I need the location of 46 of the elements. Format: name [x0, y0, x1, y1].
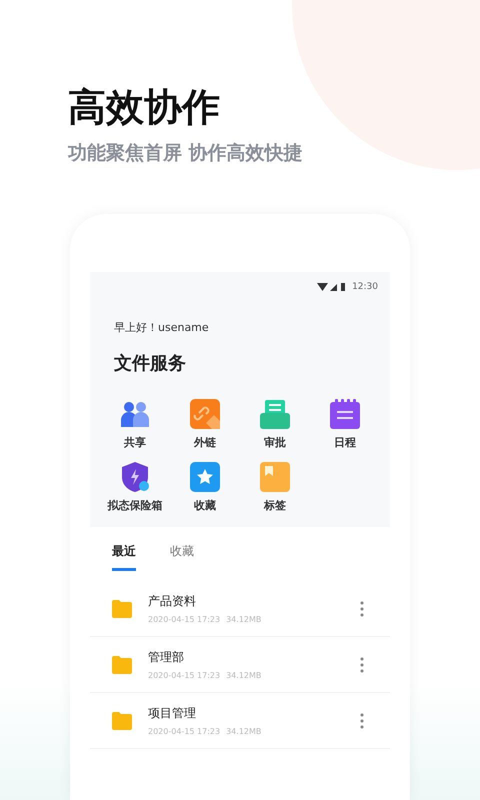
status-time: 12:30 — [352, 282, 378, 292]
notepad-icon — [330, 399, 360, 429]
people-icon — [120, 399, 150, 429]
function-item[interactable]: 标签 — [240, 462, 310, 513]
file-date: 2020-04-15 17:23 — [148, 671, 220, 680]
tab[interactable]: 收藏 — [170, 543, 194, 571]
tray-icon — [260, 399, 290, 429]
greeting-text: 早上好！usename — [114, 320, 210, 335]
file-row[interactable]: 产品资料 2020-04-15 17:23 34.12MB — [90, 581, 390, 637]
section-title: 文件服务 — [114, 352, 187, 375]
tab[interactable]: 最近 — [112, 543, 136, 571]
function-item[interactable]: 外链 — [170, 399, 240, 450]
file-date: 2020-04-15 17:23 — [148, 615, 220, 624]
link-icon — [190, 399, 220, 429]
folder-icon — [112, 656, 132, 674]
more-icon[interactable] — [360, 712, 364, 728]
function-item[interactable]: 日程 — [310, 399, 380, 450]
function-label: 外链 — [194, 435, 216, 450]
subtitle: 功能聚焦首屏 协作高效快捷 — [68, 141, 304, 166]
more-icon[interactable] — [360, 600, 364, 616]
note-icon — [260, 462, 290, 492]
file-row[interactable]: 项目管理 2020-04-15 17:23 34.12MB — [90, 693, 390, 749]
file-date: 2020-04-15 17:23 — [148, 727, 220, 736]
function-label: 收藏 — [194, 498, 216, 513]
more-icon[interactable] — [360, 656, 364, 672]
folder-icon — [112, 600, 132, 618]
file-name: 产品资料 — [148, 593, 197, 610]
function-label: 日程 — [334, 435, 356, 450]
headline: 高效协作 — [68, 84, 221, 131]
function-label: 拟态保险箱 — [108, 498, 162, 513]
file-size: 34.12MB — [226, 671, 262, 680]
file-size: 34.12MB — [226, 727, 262, 736]
status-icons — [317, 282, 348, 292]
function-label: 共享 — [124, 435, 146, 450]
file-name: 管理部 — [148, 649, 185, 666]
function-item[interactable]: 审批 — [240, 399, 310, 450]
file-size: 34.12MB — [226, 615, 262, 624]
file-row[interactable]: 管理部 2020-04-15 17:23 34.12MB — [90, 637, 390, 693]
folder-icon — [112, 712, 132, 730]
function-label: 标签 — [264, 498, 286, 513]
function-item[interactable]: 共享 — [100, 399, 170, 450]
function-label: 审批 — [264, 435, 286, 450]
function-item[interactable]: 拟态保险箱 — [100, 462, 170, 513]
shield-icon — [120, 462, 150, 492]
function-item[interactable]: 收藏 — [170, 462, 240, 513]
file-name: 项目管理 — [148, 705, 197, 722]
